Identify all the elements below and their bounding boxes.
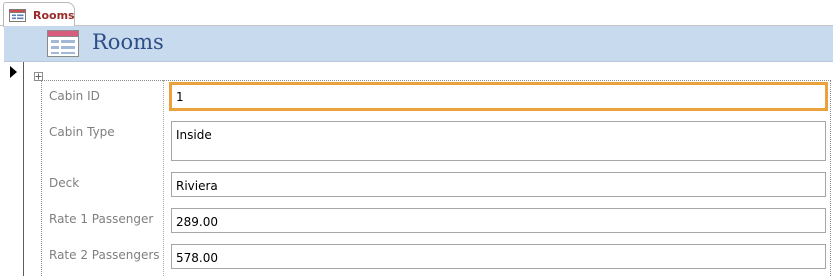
form-header: Rooms <box>4 26 833 62</box>
rate-1-passenger-label: Rate 1 Passenger <box>49 212 154 226</box>
rate-1-passenger-field[interactable]: 289.00 <box>171 208 826 233</box>
form-title: Rooms <box>92 30 164 54</box>
cabin-id-field[interactable]: 1 <box>169 82 828 111</box>
current-record-pointer-icon <box>10 66 17 78</box>
access-form-window: Rooms Rooms Cabin ID 1 Cabin Type Inside… <box>0 0 833 276</box>
cabin-type-label: Cabin Type <box>49 125 115 139</box>
form-icon <box>47 30 79 57</box>
form-icon <box>9 8 26 22</box>
rate-2-passengers-field[interactable]: 578.00 <box>171 244 826 269</box>
move-handle-icon <box>35 73 42 80</box>
cabin-id-label: Cabin ID <box>49 89 100 103</box>
record-selector[interactable] <box>4 62 24 276</box>
cabin-type-field[interactable]: Inside <box>171 121 826 161</box>
document-tab-strip: Rooms <box>0 0 833 27</box>
deck-field[interactable]: Riviera <box>171 172 826 197</box>
rate-2-passengers-label: Rate 2 Passengers <box>49 248 160 262</box>
control-layout-divider <box>163 80 164 276</box>
tab-label: Rooms <box>33 8 75 22</box>
deck-label: Deck <box>49 176 80 190</box>
tab-rooms[interactable]: Rooms <box>3 2 75 27</box>
